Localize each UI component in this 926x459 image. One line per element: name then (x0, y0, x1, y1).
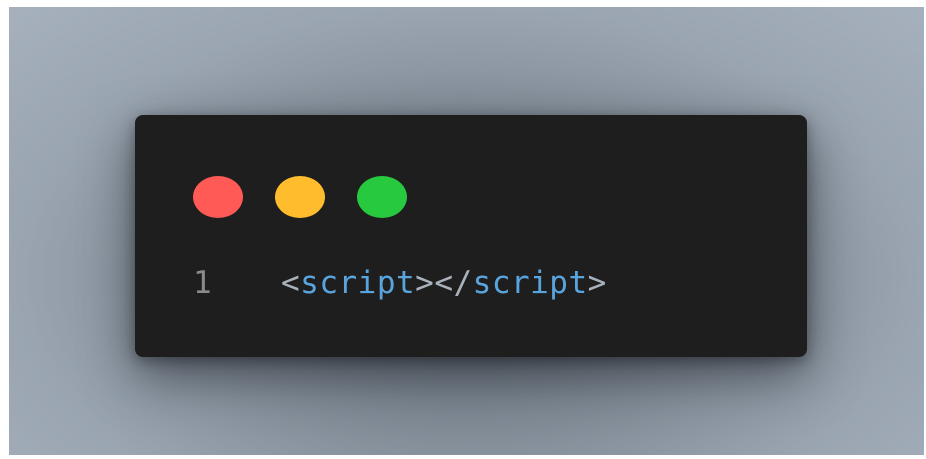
maximize-dot-icon[interactable] (357, 176, 407, 218)
code-line: 1 < script ></ script > (193, 263, 607, 303)
close-bracket: > (587, 265, 607, 301)
window-controls (193, 176, 407, 218)
backdrop: 1 < script ></ script > (9, 7, 924, 455)
close-tag-name: script (472, 265, 588, 301)
open-bracket: < (281, 265, 301, 301)
open-tag-name: script (300, 265, 416, 301)
code-window: 1 < script ></ script > (135, 115, 807, 357)
minimize-dot-icon[interactable] (275, 176, 325, 218)
close-dot-icon[interactable] (193, 176, 243, 218)
line-number: 1 (193, 265, 213, 301)
middle-brackets: ></ (415, 265, 473, 301)
